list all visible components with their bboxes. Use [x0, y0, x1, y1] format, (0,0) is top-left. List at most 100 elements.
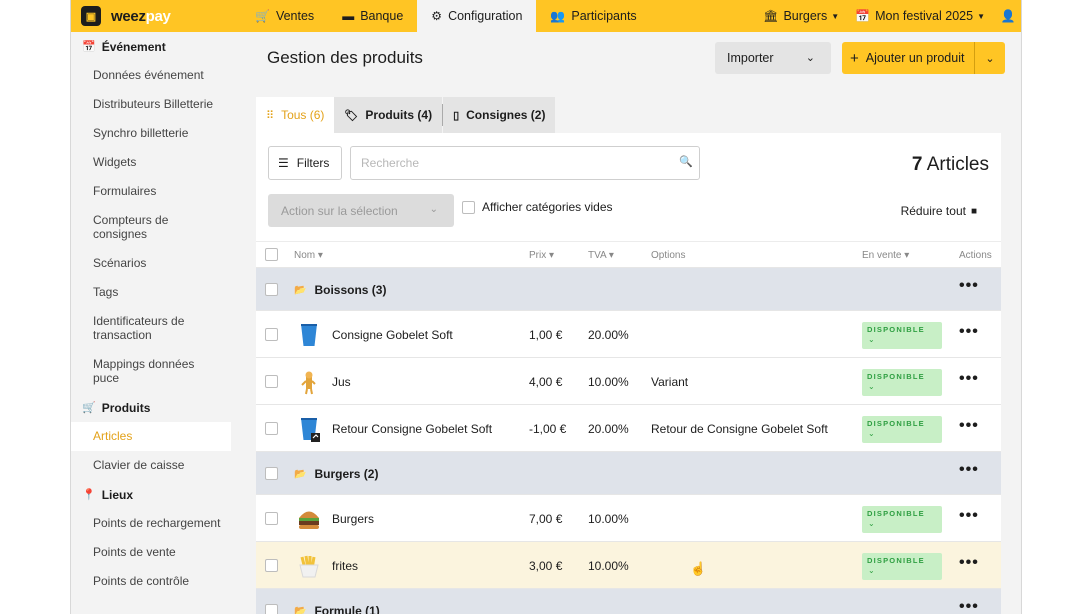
collapse-all-button[interactable]: Réduire tout ■	[901, 204, 977, 218]
bulk-action-select[interactable]: Action sur la sélection ⌄	[268, 194, 454, 227]
filter-lines-icon: ☰	[278, 156, 289, 170]
more-actions-icon[interactable]: •••	[959, 278, 979, 294]
store-selector[interactable]: 🏛 Burgers ▼	[755, 9, 847, 23]
more-actions-icon[interactable]: •••	[959, 371, 979, 387]
nav-tab-label: Ventes	[275, 9, 315, 23]
row-checkbox[interactable]	[265, 375, 278, 388]
row-checkbox[interactable]	[265, 422, 278, 435]
sidebar-item-points-de-controle[interactable]: Points de contrôle	[71, 567, 231, 596]
articles-count-number: 7	[911, 154, 923, 175]
status-badge[interactable]: DISPONIBLE ⌄	[862, 553, 942, 580]
sidebar-item-clavier-de-caisse[interactable]: Clavier de caisse	[71, 451, 231, 480]
product-options: Retour de Consigne Gobelet Soft	[651, 422, 828, 436]
sidebar-item-tags[interactable]: Tags	[71, 278, 231, 307]
product-row[interactable]: Burgers 7,00 € 10.00% DISPONIBLE ⌄ •••	[256, 494, 1001, 541]
more-actions-icon[interactable]: •••	[959, 324, 979, 340]
sidebar-item-identificateurs-de-transaction[interactable]: Identificateurs de transaction	[71, 307, 201, 350]
event-selector[interactable]: 📅 Mon festival 2025 ▼	[847, 9, 993, 23]
cart-icon: 🛒	[82, 402, 96, 414]
more-actions-icon[interactable]: •••	[959, 508, 979, 524]
tag-icon: 🏷	[344, 109, 359, 122]
search-input[interactable]	[350, 146, 700, 180]
select-all-checkbox[interactable]	[265, 248, 278, 261]
add-product-dropdown[interactable]: ⌄	[974, 42, 1005, 74]
tab-label: Produits (4)	[365, 108, 433, 122]
sidebar-item-mappings-donnees-puce[interactable]: Mappings données puce	[71, 350, 201, 393]
main-content: Gestion des produits Importer ⌄ + Ajouter …	[256, 32, 1005, 614]
product-row[interactable]: Retour Consigne Gobelet Soft -1,00 € 20.00…	[256, 404, 1001, 451]
chevron-down-icon: ⌄	[429, 204, 438, 215]
plus-icon: +	[850, 49, 859, 67]
row-checkbox[interactable]	[265, 604, 278, 614]
more-actions-icon[interactable]: •••	[959, 555, 979, 571]
sidebar-item-scenarios[interactable]: Scénarios	[71, 249, 231, 278]
calendar-icon: 📅	[82, 41, 96, 53]
brand-name: weezpay	[111, 7, 171, 25]
status-badge[interactable]: DISPONIBLE ⌄	[862, 322, 942, 349]
chevron-down-icon: ⌄	[868, 382, 875, 391]
sidebar-item-donnees-evenement[interactable]: Données événement	[71, 61, 231, 90]
column-header-price[interactable]: Prix ▾	[529, 250, 554, 261]
nav-tab-participants[interactable]: 👥 Participants	[536, 0, 650, 32]
status-badge-label: DISPONIBLE	[867, 556, 925, 565]
folder-open-icon: 📂	[294, 605, 307, 614]
sidebar-item-compteurs-de-consignes[interactable]: Compteurs de consignes	[71, 206, 201, 249]
product-tva: 20.00%	[588, 328, 629, 342]
tab-consignes[interactable]: ▯ Consignes (2)	[443, 97, 556, 133]
nav-tab-configuration[interactable]: ⚙ Configuration	[417, 0, 537, 32]
product-name[interactable]: frites	[332, 559, 358, 573]
sidebar-item-points-de-rechargement[interactable]: Points de rechargement	[71, 509, 231, 538]
product-tva: 10.00%	[588, 375, 629, 389]
cup-icon: ▯	[453, 109, 460, 122]
column-header-on-sale[interactable]: En vente ▾	[862, 250, 909, 261]
more-actions-icon[interactable]: •••	[959, 418, 979, 434]
category-row[interactable]: 📂 Burgers (2) •••	[256, 451, 1001, 494]
category-row[interactable]: 📂 Formule (1) •••	[256, 588, 1001, 614]
category-row[interactable]: 📂 Boissons (3) •••	[256, 267, 1001, 310]
row-checkbox[interactable]	[265, 283, 278, 296]
tab-tous[interactable]: ⠿ Tous (6)	[256, 97, 335, 133]
import-button[interactable]: Importer ⌄	[715, 42, 831, 74]
products-panel: ☰ Filters 🔍 7 Articles Action sur la séle…	[256, 133, 1001, 614]
status-badge[interactable]: DISPONIBLE ⌄	[862, 416, 942, 443]
product-name[interactable]: Retour Consigne Gobelet Soft	[332, 422, 492, 436]
row-checkbox[interactable]	[265, 467, 278, 480]
product-tva: 20.00%	[588, 422, 629, 436]
row-checkbox[interactable]	[265, 328, 278, 341]
product-name[interactable]: Consigne Gobelet Soft	[332, 328, 453, 342]
product-name[interactable]: Jus	[332, 375, 351, 389]
user-icon[interactable]: 👤	[993, 9, 1021, 23]
status-badge-label: DISPONIBLE	[867, 509, 925, 518]
status-badge[interactable]: DISPONIBLE ⌄	[862, 506, 942, 533]
chevron-down-icon: ⌄	[868, 335, 875, 344]
product-row[interactable]: Consigne Gobelet Soft 1,00 € 20.00% DISPONI…	[256, 310, 1001, 357]
column-header-tva[interactable]: TVA ▾	[588, 250, 614, 261]
more-actions-icon[interactable]: •••	[959, 599, 979, 614]
status-badge-label: DISPONIBLE	[867, 372, 925, 381]
nav-tab-banque[interactable]: ▬ Banque	[328, 0, 417, 32]
filters-button[interactable]: ☰ Filters	[268, 146, 342, 180]
product-name[interactable]: Burgers	[332, 512, 374, 526]
sidebar-item-widgets[interactable]: Widgets	[71, 148, 231, 177]
sidebar-item-distributeurs-billetterie[interactable]: Distributeurs Billetterie	[71, 90, 231, 119]
sidebar-item-formulaires[interactable]: Formulaires	[71, 177, 231, 206]
product-row[interactable]: frites 3,00 € 10.00% DISPONIBLE ⌄ ☝ •••	[256, 541, 1001, 588]
tab-produits[interactable]: 🏷 Produits (4)	[334, 97, 443, 133]
show-empty-checkbox[interactable]	[462, 200, 475, 214]
column-header-name[interactable]: Nom ▾	[294, 250, 323, 261]
sidebar-item-articles[interactable]: Articles	[71, 422, 231, 451]
sidebar-item-points-de-vente[interactable]: Points de vente	[71, 538, 231, 567]
sidebar-item-synchro-billetterie[interactable]: Synchro billetterie	[71, 119, 231, 148]
more-actions-icon[interactable]: •••	[959, 462, 979, 478]
row-checkbox[interactable]	[265, 559, 278, 572]
row-checkbox[interactable]	[265, 512, 278, 525]
add-product-button[interactable]: + Ajouter un produit ⌄	[842, 42, 1005, 74]
nav-tab-ventes[interactable]: 🛒 Ventes	[241, 0, 328, 32]
articles-count-label: Articles	[926, 154, 989, 175]
sidebar-section-lieux: 📍 Lieux	[71, 480, 231, 509]
product-row[interactable]: Jus 4,00 € 10.00% Variant DISPONIBLE ⌄ •••	[256, 357, 1001, 404]
product-thumbnail	[297, 322, 321, 348]
status-badge[interactable]: DISPONIBLE ⌄	[862, 369, 942, 396]
brand-logo[interactable]: ▣ weezpay	[81, 6, 241, 26]
show-empty-categories[interactable]: Afficher catégories vides	[462, 200, 613, 214]
